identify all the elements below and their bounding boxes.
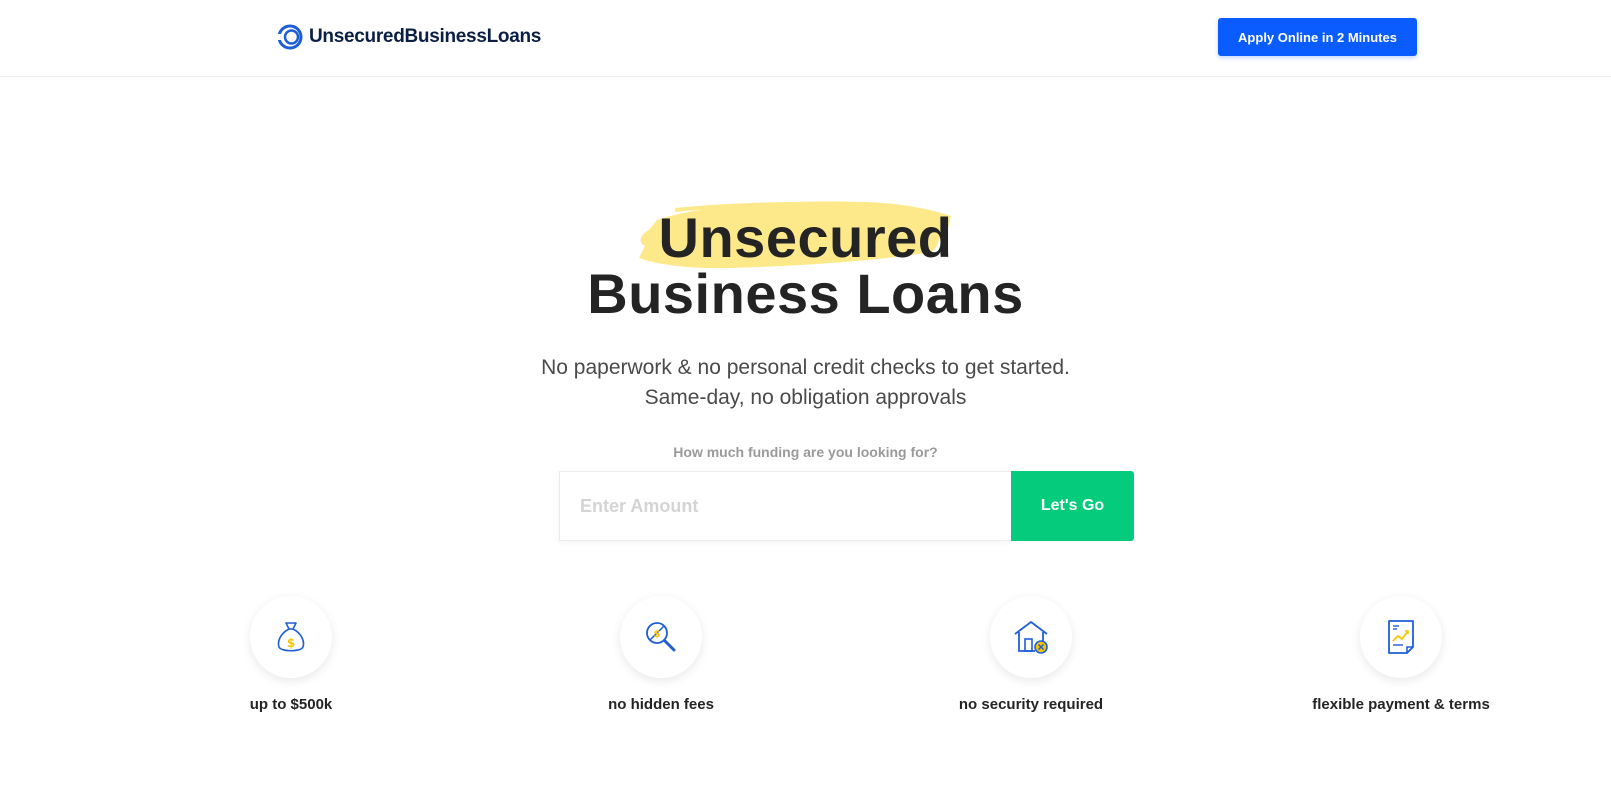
feature-no-hidden-fees: $ no hidden fees xyxy=(531,596,791,713)
magnifier-icon: $ xyxy=(646,622,676,652)
document-chart-icon xyxy=(1388,620,1414,654)
logo-icon xyxy=(277,24,303,50)
feature-icon-circle: $ xyxy=(250,596,332,678)
svg-text:$: $ xyxy=(654,629,661,640)
hero-title: Unsecured Business Loans xyxy=(0,201,1611,322)
title-line-1: Unsecured xyxy=(658,206,953,269)
feature-icon-circle: $ xyxy=(620,596,702,678)
lets-go-button[interactable]: Let's Go xyxy=(1011,471,1134,541)
feature-loan-amount: $ up to $500k xyxy=(161,596,421,713)
subtitle-line-1: No paperwork & no personal credit checks… xyxy=(541,356,1070,379)
feature-label: flexible payment & terms xyxy=(1312,696,1490,713)
feature-icon-circle xyxy=(1360,596,1442,678)
money-bag-icon: $ xyxy=(277,622,305,652)
funding-question: How much funding are you looking for? xyxy=(673,444,938,460)
site-logo[interactable]: UnsecuredBusinessLoans xyxy=(277,24,541,50)
feature-label: no hidden fees xyxy=(608,696,714,713)
house-icon xyxy=(1014,621,1048,654)
feature-no-security: no security required xyxy=(901,596,1161,713)
subtitle-line-2: Same-day, no obligation approvals xyxy=(644,386,967,409)
svg-text:$: $ xyxy=(287,636,295,650)
amount-input[interactable] xyxy=(559,471,1011,541)
site-header: UnsecuredBusinessLoans Apply Online in 2… xyxy=(0,0,1611,77)
feature-flexible-terms: flexible payment & terms xyxy=(1271,596,1531,713)
feature-icon-circle xyxy=(990,596,1072,678)
logo-text: UnsecuredBusinessLoans xyxy=(309,26,542,47)
apply-online-button[interactable]: Apply Online in 2 Minutes xyxy=(1218,18,1417,56)
title-highlight-wrap: Unsecured xyxy=(638,201,953,269)
feature-label: up to $500k xyxy=(249,696,333,713)
hero-subtitle: No paperwork & no personal credit checks… xyxy=(0,353,1611,413)
feature-label: no security required xyxy=(958,696,1104,713)
